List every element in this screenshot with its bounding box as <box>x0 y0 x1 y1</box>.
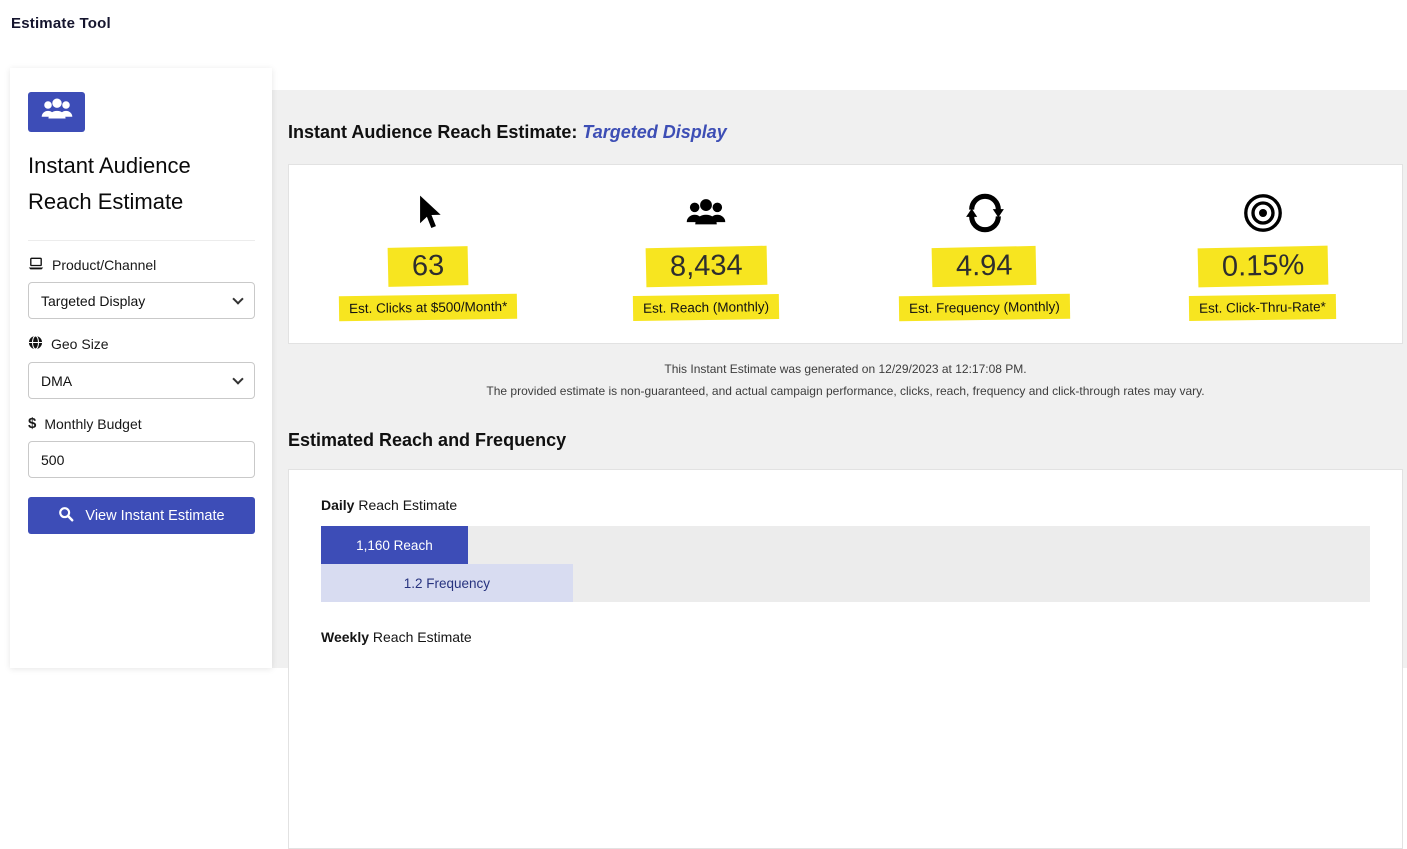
estimate-disclaimer: This Instant Estimate was generated on 1… <box>288 359 1403 402</box>
geo-size-label: Geo Size <box>28 335 255 353</box>
product-channel-select[interactable]: Targeted Display <box>28 282 255 319</box>
target-icon <box>1243 191 1283 235</box>
stat-value: 4.94 <box>932 246 1037 287</box>
stat-frequency: 4.94 Est. Frequency (Monthly) <box>846 165 1124 343</box>
product-channel-label: Product/Channel <box>28 257 255 273</box>
stat-value: 0.15% <box>1197 246 1328 288</box>
app-title: Estimate Tool <box>11 15 111 32</box>
users-icon <box>683 191 729 235</box>
dollar-icon: $ <box>28 415 36 432</box>
sidebar-title: Instant Audience Reach Estimate <box>28 148 255 220</box>
daily-reach-bar: 1,160 Reach <box>321 526 468 564</box>
disclaimer-line-2: The provided estimate is non-guaranteed,… <box>288 381 1403 403</box>
users-icon <box>39 96 75 128</box>
stat-label: Est. Click-Thru-Rate* <box>1189 294 1336 321</box>
stat-reach: 8,434 Est. Reach (Monthly) <box>567 165 845 343</box>
weekly-reach-label: Weekly Reach Estimate <box>321 629 1370 645</box>
reach-frequency-heading: Estimated Reach and Frequency <box>288 430 1403 451</box>
stat-label: Est. Clicks at $500/Month* <box>339 294 518 321</box>
estimate-sidebar: Instant Audience Reach Estimate Product/… <box>10 68 272 668</box>
daily-reach-label: Daily Reach Estimate <box>321 497 1370 513</box>
laptop-icon <box>28 257 44 273</box>
instant-estimate-stats-card: 63 Est. Clicks at $500/Month* 8,434 Est.… <box>288 164 1403 344</box>
view-instant-estimate-button[interactable]: View Instant Estimate <box>28 497 255 534</box>
search-icon <box>58 506 74 526</box>
stat-clicks: 63 Est. Clicks at $500/Month* <box>289 165 567 343</box>
disclaimer-line-1: This Instant Estimate was generated on 1… <box>288 359 1403 381</box>
cursor-icon <box>412 191 444 235</box>
page-title: Instant Audience Reach Estimate: Targete… <box>288 122 1403 143</box>
stat-label: Est. Frequency (Monthly) <box>899 294 1070 321</box>
daily-reach-bars: 1,160 Reach 1.2 Frequency <box>321 526 1370 602</box>
main-content: Instant Audience Reach Estimate: Targete… <box>272 90 1407 668</box>
stat-value: 63 <box>388 246 469 287</box>
sync-icon <box>965 191 1005 235</box>
audience-logo <box>28 92 85 132</box>
geo-size-select[interactable]: DMA <box>28 362 255 399</box>
globe-icon <box>28 335 43 353</box>
monthly-budget-input[interactable] <box>28 441 255 478</box>
channel-name: Targeted Display <box>582 122 726 142</box>
stat-value: 8,434 <box>646 246 767 288</box>
divider <box>28 240 255 241</box>
stat-label: Est. Reach (Monthly) <box>633 294 779 321</box>
monthly-budget-label: $ Monthly Budget <box>28 415 255 432</box>
reach-frequency-card: Daily Reach Estimate 1,160 Reach 1.2 Fre… <box>288 469 1403 849</box>
daily-frequency-bar: 1.2 Frequency <box>321 564 573 602</box>
stat-ctr: 0.15% Est. Click-Thru-Rate* <box>1124 165 1402 343</box>
